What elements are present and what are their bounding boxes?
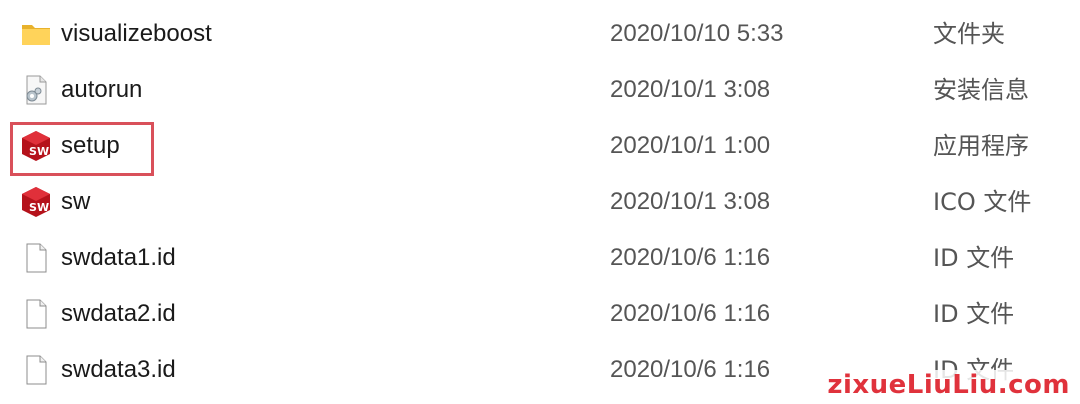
file-row-swdata1[interactable]: swdata1.id 2020/10/6 1:16 ID 文件 (0, 230, 1080, 286)
file-row-swdata2[interactable]: swdata2.id 2020/10/6 1:16 ID 文件 (0, 286, 1080, 342)
file-row-setup[interactable]: S W setup 2020/10/1 1:00 应用程序 (0, 118, 1080, 174)
file-date: 2020/10/6 1:16 (610, 356, 771, 383)
file-type: 文件夹 (933, 20, 1005, 48)
svg-text:W: W (37, 201, 49, 214)
file-type: 应用程序 (933, 132, 1029, 160)
file-date: 2020/10/6 1:16 (610, 300, 771, 327)
file-type: 安装信息 (933, 76, 1029, 104)
file-name: swdata2.id (61, 300, 176, 327)
watermark: zixueLiuLiu.com (825, 370, 1072, 400)
file-date: 2020/10/1 1:00 (610, 132, 771, 159)
file-name: sw (61, 188, 91, 215)
blank-file-icon (20, 298, 52, 330)
blank-file-icon (20, 354, 52, 386)
file-name: swdata1.id (61, 244, 176, 271)
file-list: visualizeboost 2020/10/10 5:33 文件夹 autor… (0, 6, 1080, 398)
file-row-visualizeboost[interactable]: visualizeboost 2020/10/10 5:33 文件夹 (0, 6, 1080, 62)
solidworks-app-icon: S W (20, 186, 52, 218)
file-date: 2020/10/1 3:08 (610, 188, 771, 215)
file-name: visualizeboost (61, 20, 212, 47)
file-date: 2020/10/1 3:08 (610, 76, 771, 103)
file-type: ICO 文件 (933, 188, 1032, 216)
file-type: ID 文件 (933, 244, 1015, 272)
svg-text:S: S (29, 145, 37, 158)
file-name: swdata3.id (61, 356, 176, 383)
svg-text:W: W (37, 145, 49, 158)
file-date: 2020/10/6 1:16 (610, 244, 771, 271)
file-type: ID 文件 (933, 300, 1015, 328)
folder-icon (20, 18, 52, 50)
solidworks-app-icon: S W (20, 130, 52, 162)
file-name: setup (61, 132, 120, 159)
file-date: 2020/10/10 5:33 (610, 20, 784, 47)
blank-file-icon (20, 242, 52, 274)
file-row-autorun[interactable]: autorun 2020/10/1 3:08 安装信息 (0, 62, 1080, 118)
file-row-sw[interactable]: S W sw 2020/10/1 3:08 ICO 文件 (0, 174, 1080, 230)
settings-file-icon (20, 74, 52, 106)
svg-text:S: S (29, 201, 37, 214)
file-name: autorun (61, 76, 143, 103)
